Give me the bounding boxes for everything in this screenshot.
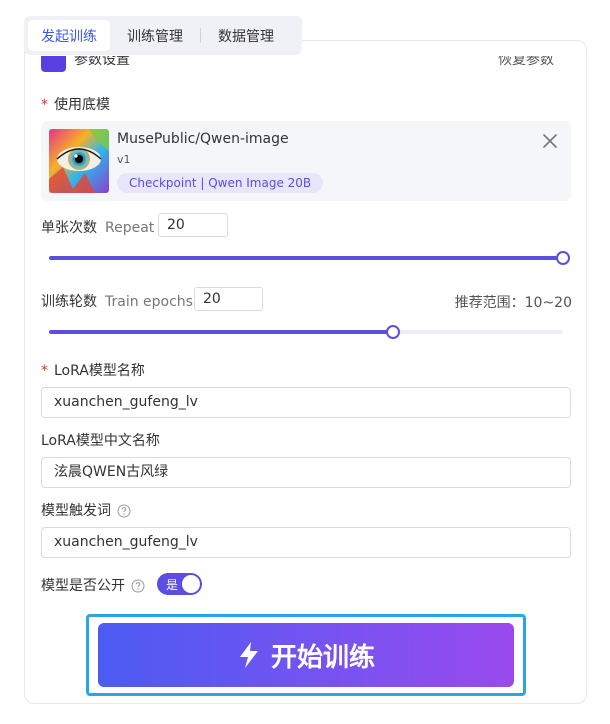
question-circle-icon[interactable] <box>131 579 145 593</box>
required-mark: * <box>41 97 48 113</box>
public-label: 模型是否公开 <box>41 575 145 595</box>
lightning-icon <box>237 641 271 669</box>
lora-name-label: * LoRA模型名称 <box>41 363 145 379</box>
base-model-label: * 使用底模 <box>41 97 110 113</box>
start-training-label: 开始训练 <box>270 642 375 673</box>
slider-handle[interactable] <box>386 325 401 339</box>
start-training-button[interactable]: 开始训练 <box>98 623 514 687</box>
repeat-label: 单张次数 Repeat <box>41 220 155 236</box>
section-header-text: 参数设置 <box>74 56 130 68</box>
epochs-slider[interactable] <box>49 325 563 339</box>
required-mark: * <box>41 363 48 379</box>
tab-data-management[interactable]: 数据管理 <box>200 20 292 51</box>
close-icon[interactable] <box>541 132 559 150</box>
lora-name-input[interactable]: xuanchen_gufeng_lv <box>41 387 571 418</box>
lora-cn-name-label: LoRA模型中文名称 <box>41 433 160 449</box>
trigger-word-label: 模型触发词 <box>41 500 131 520</box>
repeat-input[interactable]: 20 <box>158 213 228 237</box>
tab-start-training[interactable]: 发起训练 <box>28 20 110 51</box>
epochs-input[interactable]: 20 <box>194 287 263 311</box>
recommended-range-hint: 推荐范围：10~20 <box>454 295 572 311</box>
tab-training-management[interactable]: 训练管理 <box>110 20 201 51</box>
model-thumbnail <box>49 129 109 193</box>
slider-fill <box>49 256 563 260</box>
toggle-knob <box>182 575 200 593</box>
repeat-slider[interactable] <box>49 251 570 265</box>
epochs-label: 训练轮数 Train epochs <box>41 294 193 310</box>
model-version: v1 <box>117 153 131 166</box>
section-header-right[interactable]: 恢复参数 <box>498 56 573 72</box>
slider-handle[interactable] <box>556 251 570 265</box>
question-circle-icon[interactable] <box>117 504 131 518</box>
base-model-card[interactable]: MusePublic/Qwen-image v1 Checkpoint | Qw… <box>41 121 571 201</box>
section-header-icon <box>41 56 66 72</box>
tab-bar: 发起训练 训练管理 数据管理 <box>24 16 302 55</box>
trigger-word-input[interactable]: xuanchen_gufeng_lv <box>41 527 571 558</box>
toggle-text: 是 <box>166 578 179 592</box>
slider-fill <box>49 330 394 334</box>
public-toggle[interactable]: 是 <box>157 573 202 595</box>
lora-cn-name-input[interactable]: 泫晨QWEN古风绿 <box>41 457 571 488</box>
model-name: MusePublic/Qwen-image <box>117 131 289 147</box>
model-type-tag: Checkpoint | Qwen Image 20B <box>117 173 324 193</box>
